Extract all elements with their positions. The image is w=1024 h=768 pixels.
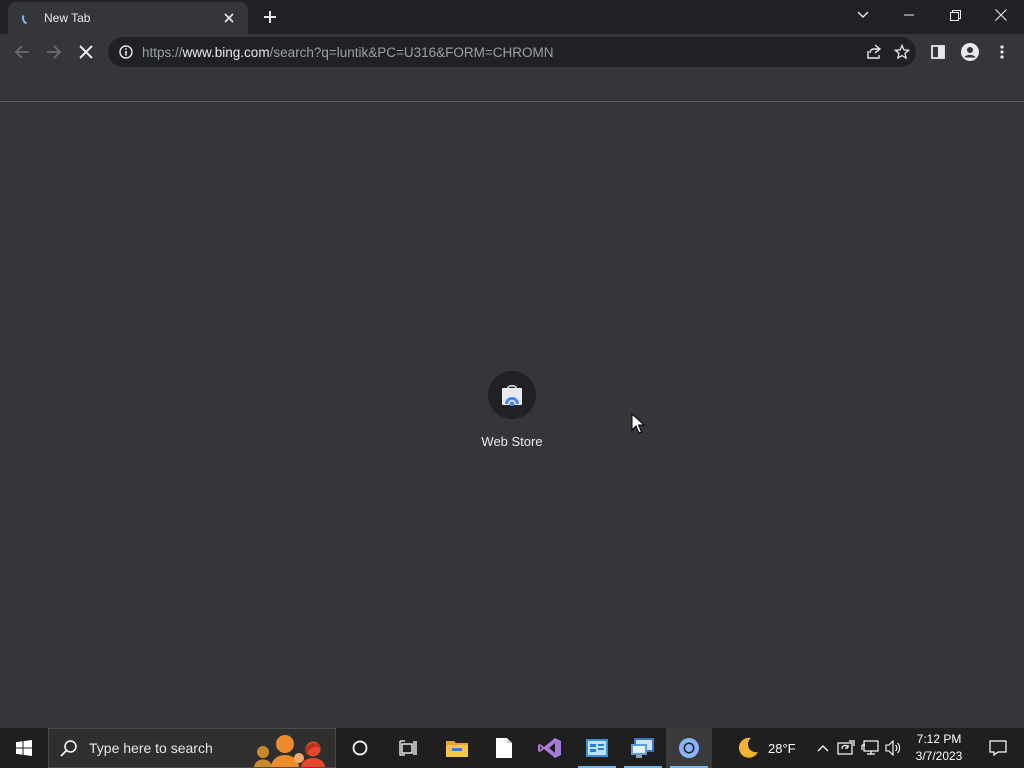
url-prefix: https:// [142, 44, 183, 60]
tab-new-tab[interactable]: New Tab [8, 2, 248, 34]
restore-icon [949, 9, 961, 21]
tab-strip: New Tab [0, 0, 1024, 34]
mouse-cursor-icon [631, 413, 645, 434]
clock-date: 3/7/2023 [915, 749, 963, 763]
star-icon [894, 44, 910, 60]
restore-button[interactable] [932, 0, 978, 30]
weather-temperature: 28°F [768, 740, 796, 756]
url-host: www.bing.com [182, 44, 270, 60]
taskbar-control-panel[interactable] [574, 728, 620, 768]
task-view-icon [399, 740, 417, 756]
action-center-button[interactable] [978, 728, 1018, 768]
tray-update-icon[interactable] [836, 738, 856, 758]
arrow-left-icon [14, 45, 29, 59]
taskbar-cortana[interactable] [337, 728, 383, 768]
shortcut-label: Web Store [481, 434, 543, 449]
notification-icon [989, 740, 1007, 756]
stop-loading-button[interactable] [72, 38, 100, 66]
weather-widget[interactable]: 28°F [736, 728, 796, 768]
taskbar-task-view[interactable] [385, 728, 431, 768]
share-button[interactable] [860, 38, 888, 66]
window-controls [886, 0, 1024, 30]
tab-close-button[interactable] [220, 9, 238, 27]
clock-time: 7:12 PM [916, 732, 962, 746]
share-icon [867, 44, 882, 59]
cortana-circle-icon [352, 740, 368, 756]
taskbar-clock[interactable]: 7:12 PM 3/7/2023 [908, 731, 970, 765]
tab-title: New Tab [44, 11, 91, 25]
bookmarks-bar [0, 70, 1024, 102]
close-window-button[interactable] [978, 0, 1024, 30]
plus-icon [264, 11, 276, 23]
forward-button[interactable] [40, 38, 68, 66]
shortcut-icon [488, 371, 536, 419]
chevron-down-icon [857, 11, 869, 18]
folder-icon [446, 741, 468, 757]
search-placeholder: Type here to search [89, 740, 213, 756]
taskbar-search-box[interactable]: Type here to search [48, 728, 336, 768]
profile-icon [961, 43, 979, 61]
site-info-icon[interactable] [118, 44, 134, 60]
close-icon [995, 9, 1007, 21]
taskbar-notepad[interactable] [481, 728, 527, 768]
back-button[interactable] [8, 38, 36, 66]
minimize-icon [904, 14, 914, 16]
start-button[interactable] [0, 728, 48, 768]
chrome-web-store-icon [502, 385, 522, 406]
windows-logo-icon [16, 740, 32, 756]
loading-spinner-icon [20, 9, 38, 27]
moon-icon [738, 737, 758, 758]
search-icon [49, 728, 89, 768]
screen: New Tab https://www.bing.com/search?q=lu… [0, 0, 1024, 768]
more-vertical-icon [1000, 45, 1004, 59]
new-tab-button[interactable] [256, 5, 284, 29]
close-icon [224, 13, 234, 23]
show-hidden-icons-button[interactable] [813, 738, 833, 758]
browser-toolbar: https://www.bing.com/search?q=luntik&PC=… [0, 34, 1024, 70]
close-icon [79, 45, 93, 59]
chrome-icon [679, 738, 699, 758]
bookmark-star-button[interactable] [888, 38, 916, 66]
taskbar: Type here to search 28°F 7:12 PM 3/7/202… [0, 728, 1024, 768]
visual-studio-icon [538, 738, 561, 758]
document-icon [496, 738, 512, 758]
taskbar-chrome[interactable] [666, 728, 712, 768]
address-bar[interactable]: https://www.bing.com/search?q=luntik&PC=… [108, 37, 916, 67]
url-path: /search?q=luntik&PC=U316&FORM=CHROMN [269, 44, 554, 60]
arrow-right-icon [47, 45, 62, 59]
shortcut-web-store[interactable]: Web Store [472, 371, 552, 461]
taskbar-visual-studio[interactable] [527, 728, 573, 768]
new-tab-page: Web Store [0, 103, 1024, 728]
side-panel-button[interactable] [924, 38, 952, 66]
profile-button[interactable] [956, 38, 984, 66]
taskbar-file-explorer[interactable] [434, 728, 480, 768]
menu-button[interactable] [988, 38, 1016, 66]
tab-search-button[interactable] [852, 4, 874, 26]
tray-volume-icon[interactable] [884, 738, 904, 758]
url-text: https://www.bing.com/search?q=luntik&PC=… [142, 45, 860, 60]
tray-network-icon[interactable] [860, 738, 880, 758]
taskbar-remote-desktop[interactable] [620, 728, 666, 768]
chevron-up-icon [817, 745, 829, 752]
remote-desktop-icon [631, 738, 654, 758]
control-panel-icon [586, 739, 608, 757]
search-highlight-illustration-icon [254, 735, 325, 767]
side-panel-icon [931, 45, 945, 59]
minimize-button[interactable] [886, 0, 932, 30]
